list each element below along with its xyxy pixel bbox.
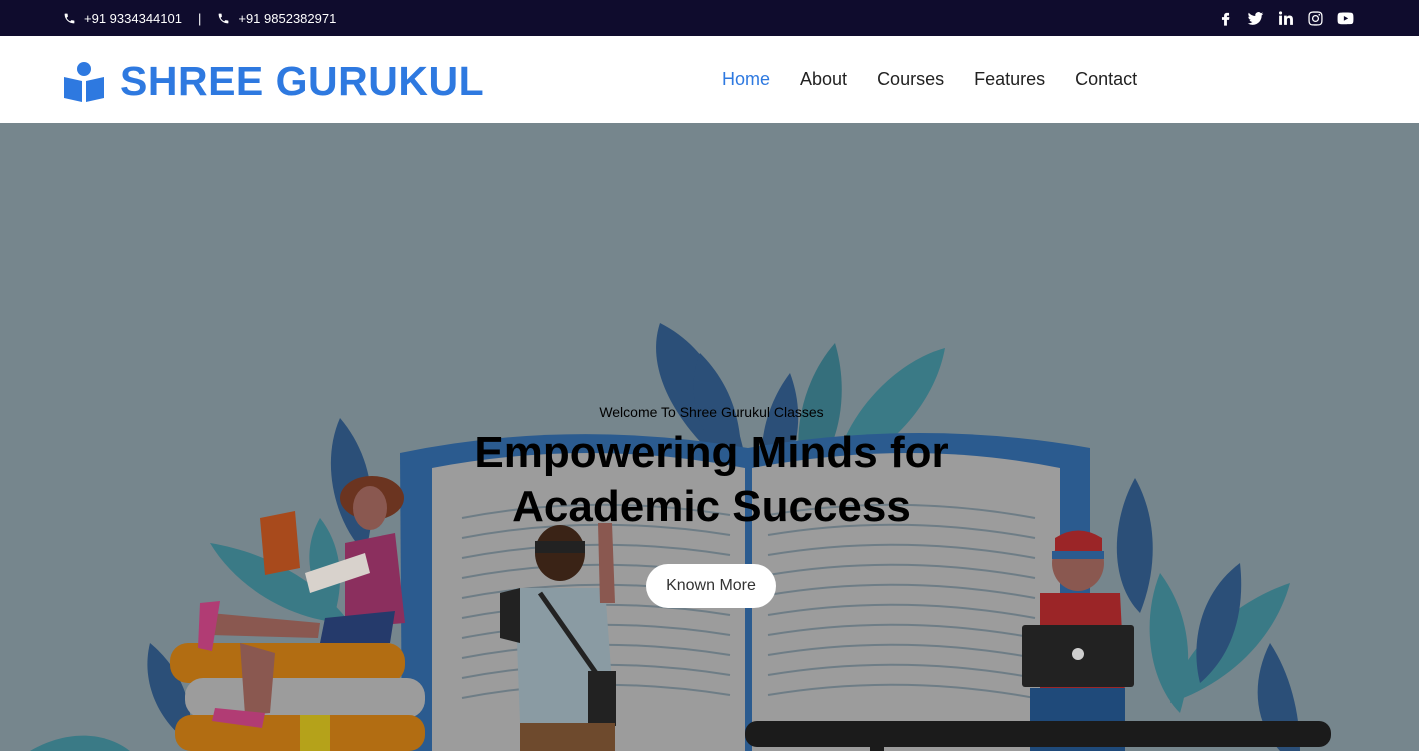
top-bar: +91 9334344101 | +91 9852382971 [0, 0, 1419, 36]
instagram-icon [1307, 10, 1323, 26]
youtube-link[interactable] [1330, 10, 1360, 27]
twitter-icon [1247, 11, 1263, 25]
brand-logo-link[interactable]: SHREE GURUKUL [63, 58, 484, 105]
main-nav: Home About Courses Features Contact [722, 69, 1167, 90]
twitter-link[interactable] [1240, 10, 1270, 27]
linkedin-link[interactable] [1270, 10, 1300, 27]
nav-features[interactable]: Features [974, 69, 1045, 90]
nav-about[interactable]: About [800, 69, 847, 90]
hero-headline: Empowering Minds for Academic Success [0, 426, 1419, 534]
phone-1-text: +91 9334344101 [84, 10, 182, 26]
book-reader-icon [64, 61, 104, 102]
site-header: SHREE GURUKUL Home About Courses Feature… [0, 36, 1419, 123]
phone-icon [218, 13, 229, 23]
facebook-link[interactable] [1210, 10, 1240, 27]
contact-phones: +91 9334344101 | +91 9852382971 [63, 0, 336, 36]
phone-icon [64, 13, 75, 23]
linkedin-icon [1278, 10, 1293, 25]
facebook-icon [1221, 12, 1229, 26]
youtube-icon [1337, 12, 1353, 24]
phone-separator: | [197, 10, 202, 26]
nav-courses[interactable]: Courses [877, 69, 944, 90]
known-more-button[interactable]: Known More [646, 564, 776, 608]
hero-headline-line-2: Academic Success [512, 482, 911, 531]
hero-section: Welcome To Shree Gurukul Classes Empower… [0, 123, 1419, 751]
hero-headline-line-1: Empowering Minds for [474, 428, 949, 477]
phone-2-text: +91 9852382971 [238, 10, 337, 26]
hero-eyebrow: Welcome To Shree Gurukul Classes [599, 404, 824, 420]
phone-1[interactable]: +91 9334344101 [63, 11, 182, 26]
phone-2[interactable]: +91 9852382971 [217, 11, 336, 26]
social-links [1210, 0, 1360, 36]
instagram-link[interactable] [1300, 10, 1330, 27]
nav-contact[interactable]: Contact [1075, 69, 1137, 90]
brand-name: SHREE GURUKUL [120, 58, 485, 104]
nav-home[interactable]: Home [722, 69, 770, 90]
